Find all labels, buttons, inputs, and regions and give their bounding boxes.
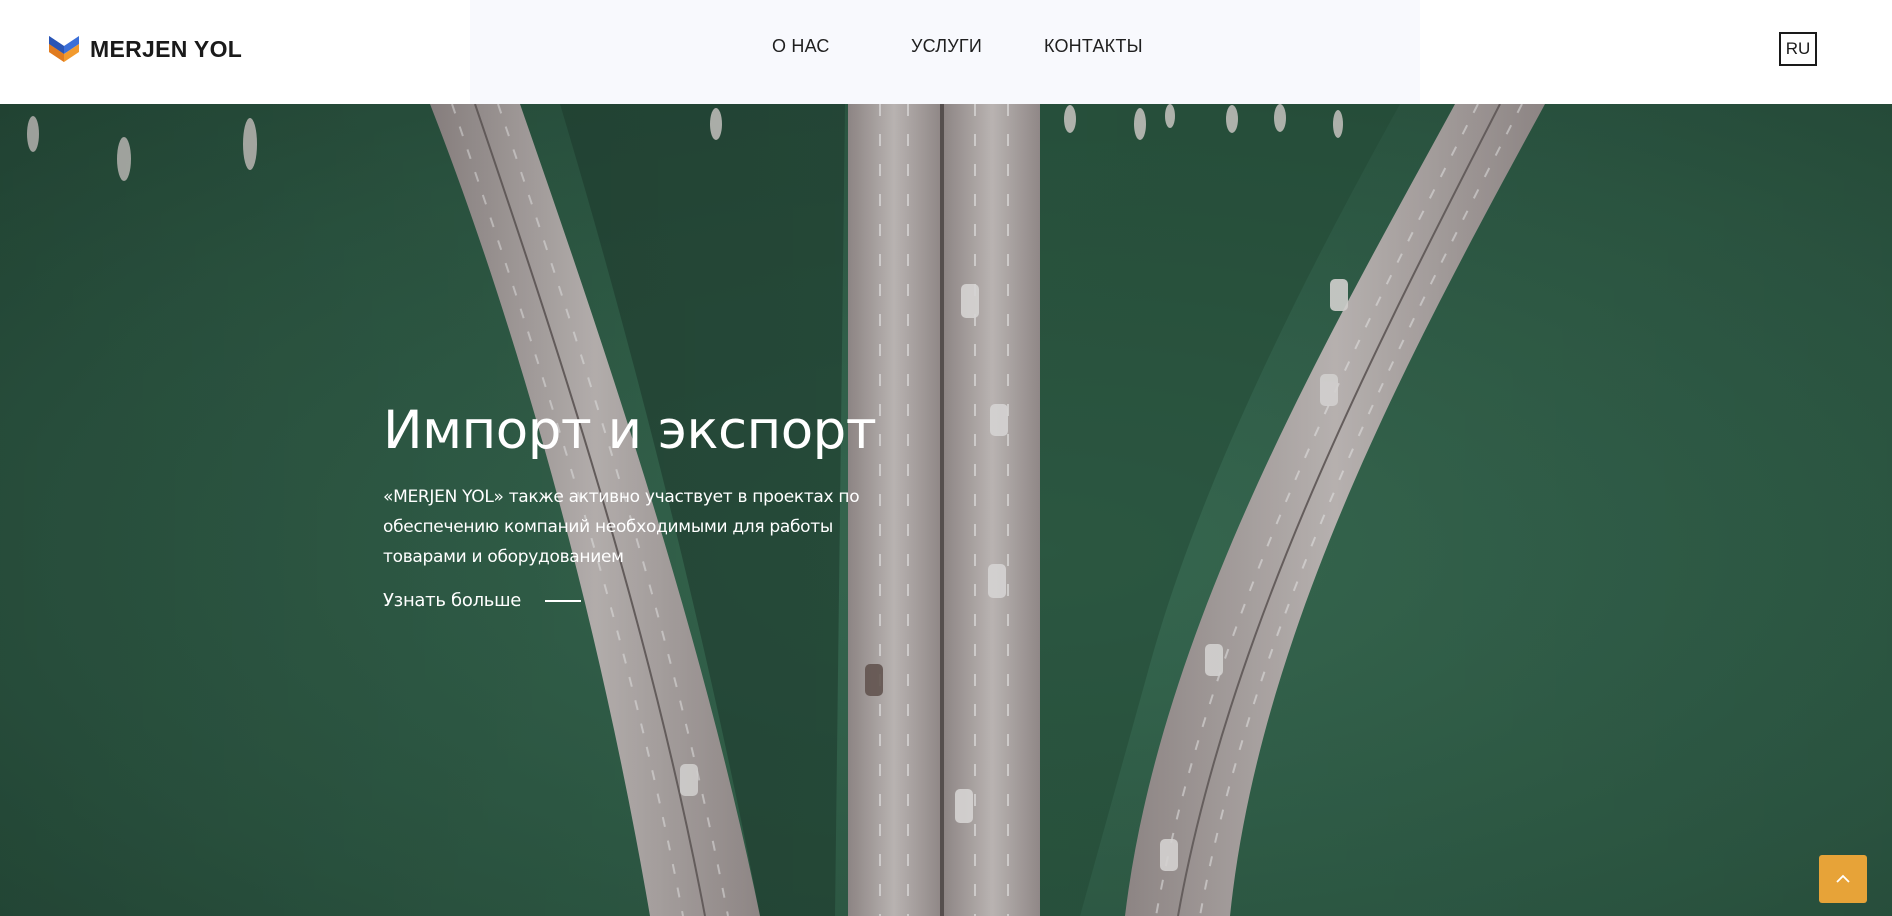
hero-section: Импорт и экспорт «MERJEN YOL» также акти… (0, 104, 1892, 916)
language-switcher[interactable]: RU (1779, 32, 1817, 66)
page: MERJEN YOL О НАС УСЛУГИ КОНТАКТЫ RU Импо… (0, 0, 1892, 916)
scroll-to-top-button[interactable] (1819, 855, 1867, 903)
nav-about-link[interactable]: О НАС (772, 36, 830, 57)
arrow-line-icon (545, 599, 582, 602)
site-header: MERJEN YOL О НАС УСЛУГИ КОНТАКТЫ RU (0, 0, 1892, 104)
learn-more-link[interactable]: Узнать больше (383, 590, 582, 611)
hero-description: «MERJEN YOL» также активно участвует в п… (383, 487, 860, 567)
main-nav: О НАС УСЛУГИ КОНТАКТЫ (0, 36, 1892, 66)
learn-more-label: Узнать больше (383, 590, 522, 611)
chevron-up-icon (1836, 874, 1850, 883)
nav-contacts-link[interactable]: КОНТАКТЫ (1044, 36, 1143, 57)
nav-services-link[interactable]: УСЛУГИ (911, 36, 982, 57)
hero-background-image (0, 104, 1892, 916)
hero-title: Импорт и экспорт (383, 400, 877, 461)
